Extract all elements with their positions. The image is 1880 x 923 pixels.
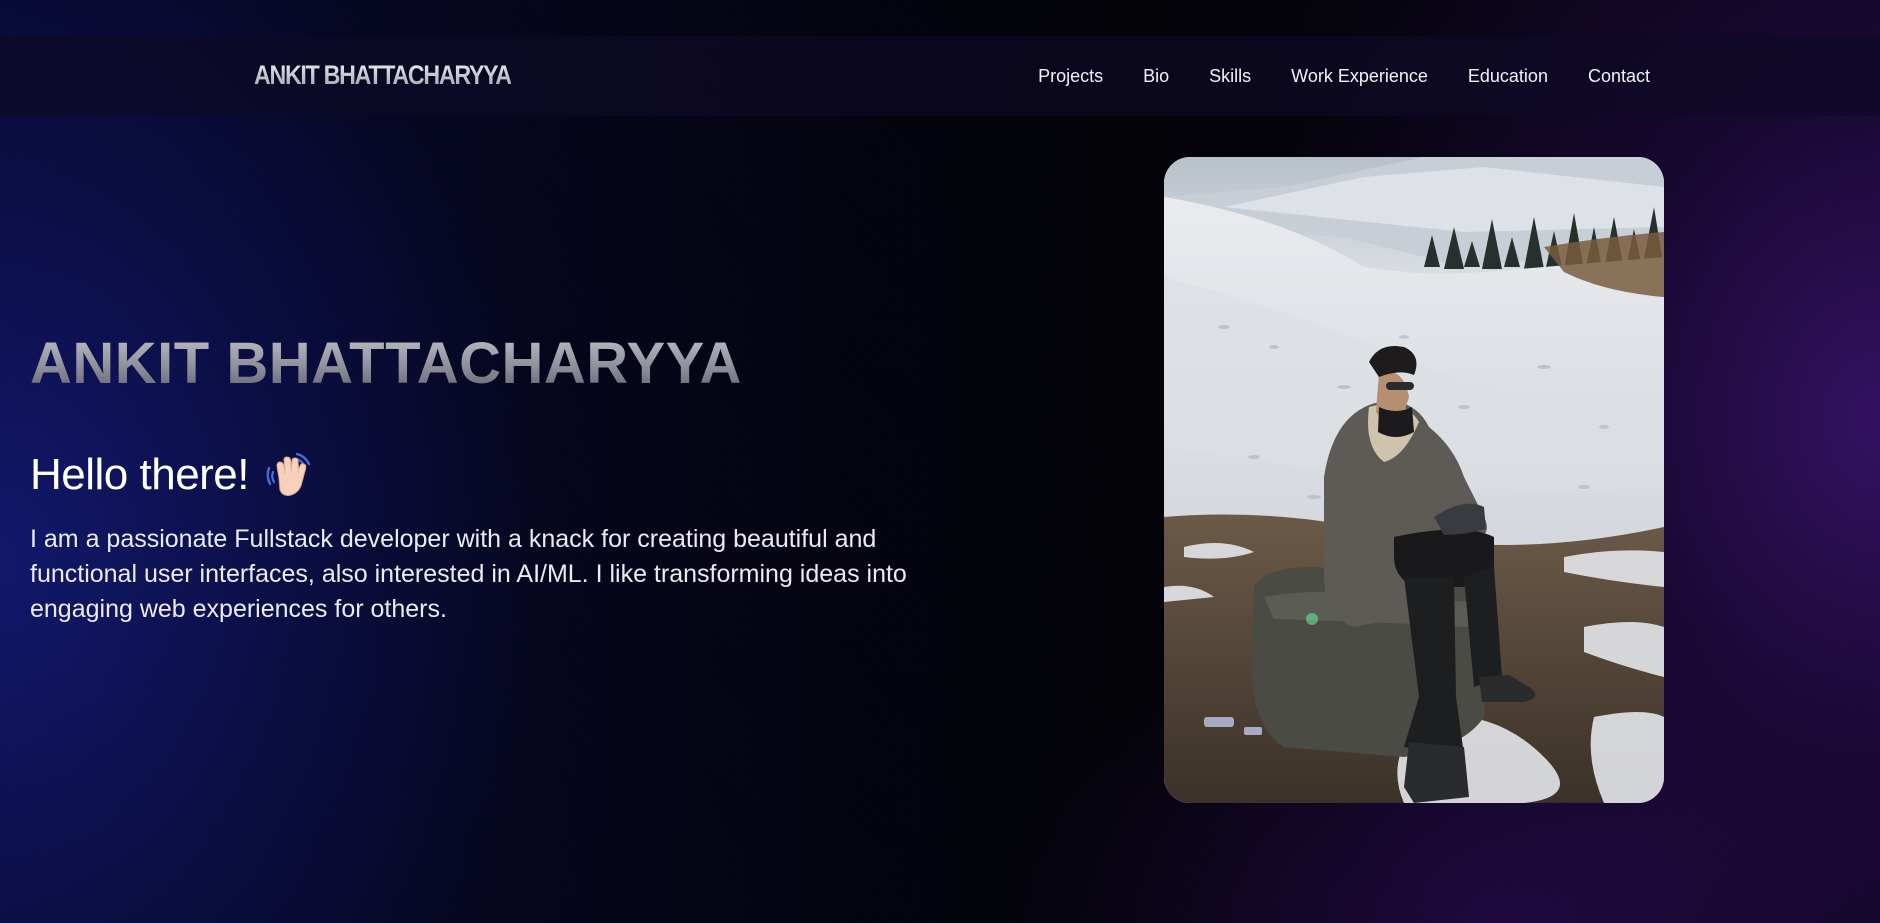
nav-link-contact[interactable]: Contact xyxy=(1588,66,1650,87)
nav-link-education[interactable]: Education xyxy=(1468,66,1548,87)
profile-photo xyxy=(1164,157,1664,803)
nav-link-bio[interactable]: Bio xyxy=(1143,66,1169,87)
nav-link-skills[interactable]: Skills xyxy=(1209,66,1251,87)
page: ANKIT BHATTACHARYYA Projects Bio Skills … xyxy=(0,0,1880,923)
greeting-text: Hello there! xyxy=(30,450,250,499)
nav-link-projects[interactable]: Projects xyxy=(1038,66,1103,87)
nav-links: Projects Bio Skills Work Experience Educ… xyxy=(1038,36,1650,116)
nav-link-work-experience[interactable]: Work Experience xyxy=(1291,66,1428,87)
navbar: ANKIT BHATTACHARYYA Projects Bio Skills … xyxy=(0,36,1880,116)
hero-title: ANKIT BHATTACHARYYA xyxy=(30,331,742,396)
brand-logo[interactable]: ANKIT BHATTACHARYYA xyxy=(254,60,512,91)
intro-paragraph: I am a passionate Fullstack developer wi… xyxy=(30,525,907,623)
waving-hand-icon xyxy=(263,450,315,500)
greeting: Hello there! xyxy=(30,450,315,500)
